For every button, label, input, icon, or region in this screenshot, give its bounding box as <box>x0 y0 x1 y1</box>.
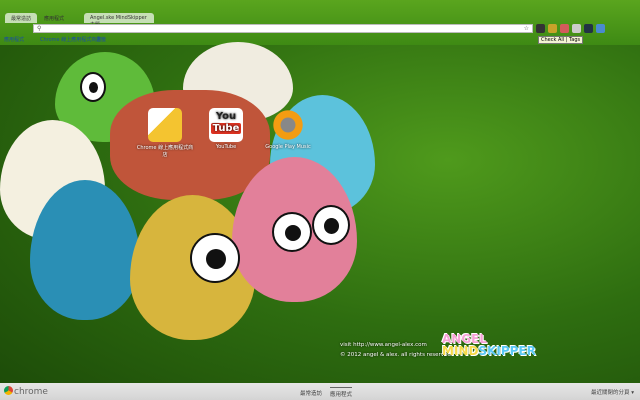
extension-icon[interactable] <box>584 24 593 33</box>
app-webstore[interactable]: Chrome 線上應用程式商店 <box>135 108 195 158</box>
tab-theme[interactable]: Angel.ske MindSkipper 主題 <box>84 13 154 28</box>
extension-icon[interactable] <box>548 24 557 33</box>
star-icon[interactable]: ☆ <box>524 25 529 32</box>
extension-icon[interactable] <box>572 24 581 33</box>
footer-tab-apps[interactable]: 應用程式 <box>330 387 353 398</box>
webstore-icon <box>148 108 182 142</box>
search-icon: ⚲ <box>37 25 42 32</box>
tab-most-visited[interactable]: 最常造訪 <box>5 13 38 23</box>
app-label: YouTube <box>215 144 237 150</box>
chrome-icon <box>4 386 13 395</box>
tooltip: Check All | Tags <box>538 36 584 44</box>
angel-mindskipper-logo: ANGEL MINDSKIPPER <box>442 332 536 358</box>
headphones-icon <box>271 108 305 142</box>
bookmark-item[interactable]: 書籤 <box>96 36 106 43</box>
app-label: Google Play Music <box>265 144 311 150</box>
extension-icon[interactable] <box>596 24 605 33</box>
recently-closed-menu[interactable]: 最近關閉的分頁 ▾ <box>591 388 634 396</box>
app-youtube[interactable]: You Tube YouTube <box>196 108 256 150</box>
tab-apps[interactable]: 應用程式 <box>38 13 70 23</box>
omnibox[interactable]: ⚲ ☆ <box>33 24 533 33</box>
ntp-footer: chrome 最常造訪 應用程式 最近關閉的分頁 ▾ <box>0 383 640 400</box>
theme-credit: visit http://www.angel-alex.com © 2012 a… <box>340 340 453 360</box>
bookmark-apps[interactable]: 應用程式 <box>4 36 24 43</box>
extension-check-icon[interactable] <box>536 24 545 33</box>
youtube-icon: You Tube <box>209 108 243 142</box>
extension-icon[interactable] <box>560 24 569 33</box>
copyright: © 2012 angel & alex. all rights reserved… <box>340 352 453 358</box>
footer-tab-most-visited[interactable]: 最常造訪 <box>300 387 322 397</box>
app-play-music[interactable]: Google Play Music <box>258 108 318 150</box>
credit-link[interactable]: visit http://www.angel-alex.com <box>340 340 453 350</box>
chrome-logo: chrome <box>4 386 48 397</box>
bookmark-webstore[interactable]: Chrome 線上應用程式商店 <box>40 36 101 43</box>
app-label: Chrome 線上應用程式商店 <box>136 145 194 158</box>
